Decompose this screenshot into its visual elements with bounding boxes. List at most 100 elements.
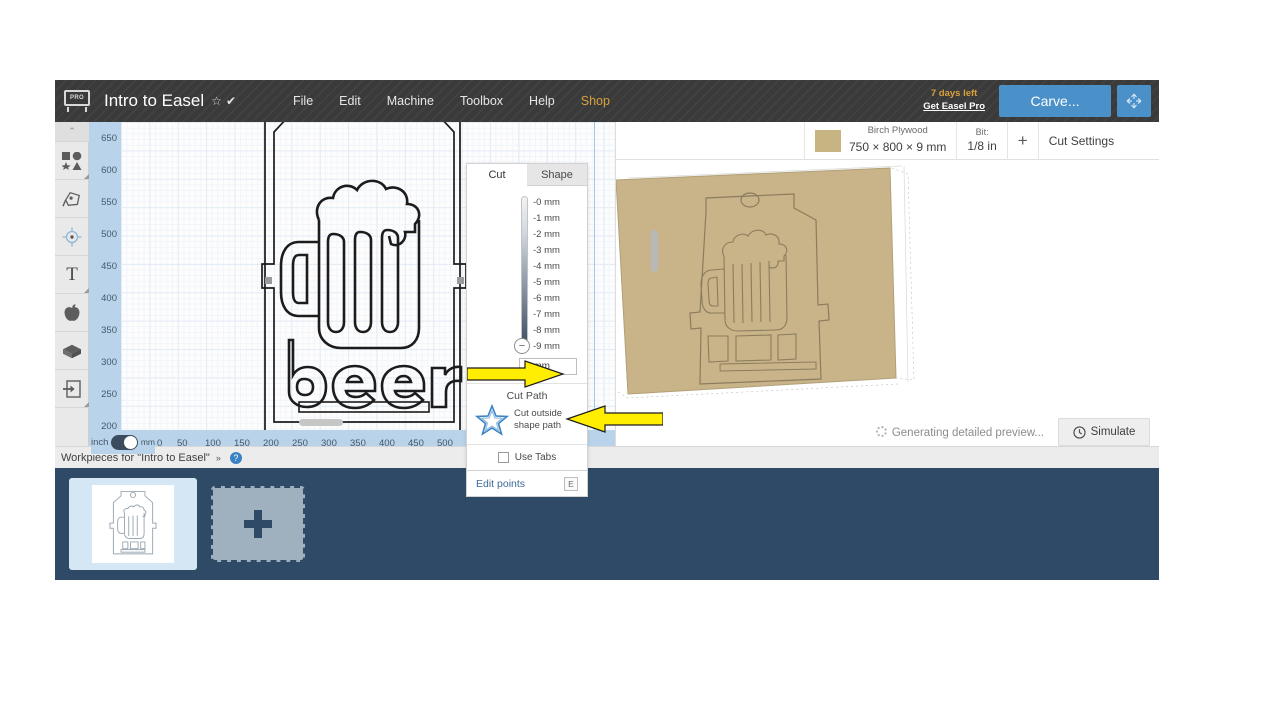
material-swatch <box>815 129 841 152</box>
tab-cut[interactable]: Cut <box>467 164 527 186</box>
workpieces-bar: Workpieces for "Intro to Easel" » ? <box>55 446 1159 468</box>
app-header: PRO Intro to Easel ☆ ✔ File Edit Machine… <box>55 80 1159 122</box>
workpieces-help-icon[interactable]: ? <box>229 451 242 464</box>
add-bit-button[interactable]: + <box>1006 121 1038 160</box>
tool-apple[interactable] <box>55 294 89 332</box>
bit-value: 1/8 in <box>967 138 997 153</box>
selection-handle-left[interactable] <box>265 277 272 284</box>
menu-item-file[interactable]: File <box>280 88 326 114</box>
edit-points-row[interactable]: Edit points E <box>466 470 588 497</box>
simulate-button[interactable]: Simulate <box>1058 418 1150 446</box>
workpiece-add-new[interactable] <box>211 486 305 562</box>
toolbar-collapse-button[interactable]: ⌃ <box>55 122 89 142</box>
trial-status: 7 days left Get Easel Pro <box>923 88 985 114</box>
plus-icon: + <box>1017 130 1028 150</box>
logo-pro-text: PRO <box>70 95 84 101</box>
cut-settings-label: Cut Settings <box>1048 133 1115 148</box>
text-icon: T <box>66 263 78 285</box>
unit-toggle[interactable]: inch mm <box>91 430 155 454</box>
carve-button[interactable]: Carve... <box>999 85 1111 117</box>
selection-handle-right[interactable] <box>457 277 464 284</box>
use-tabs-row[interactable]: Use Tabs <box>467 444 587 470</box>
box-icon <box>63 344 81 358</box>
centerpoint-icon <box>62 227 82 246</box>
tool-pen[interactable] <box>55 180 89 218</box>
easel-app-window: PRO Intro to Easel ☆ ✔ File Edit Machine… <box>55 80 1159 580</box>
shapes-icon <box>62 151 82 170</box>
import-icon <box>63 379 81 398</box>
depth-tick: -5 mm <box>533 277 560 288</box>
depth-slider-knob[interactable]: − <box>514 338 530 354</box>
depth-tick: -0 mm <box>533 197 560 208</box>
ruler-v-tick: 350 <box>101 325 117 336</box>
annotation-arrow-depth-input <box>467 360 565 388</box>
tool-text[interactable]: T <box>55 256 89 294</box>
ruler-v-tick: 400 <box>101 293 117 304</box>
workpieces-chevron-icon[interactable]: » <box>216 453 221 463</box>
depth-tick: -9 mm <box>533 341 560 352</box>
material-dimensions: 750 × 800 × 9 mm <box>849 139 947 154</box>
cut-settings-button[interactable]: Cut Settings <box>1037 121 1124 160</box>
material-selector[interactable]: Birch Plywood 750 × 800 × 9 mm <box>804 121 956 160</box>
ruler-v-tick: 300 <box>101 357 117 368</box>
favorite-star-icon[interactable]: ☆ <box>211 94 222 108</box>
edit-points-link[interactable]: Edit points <box>476 478 525 490</box>
depth-slider-track[interactable] <box>521 196 528 344</box>
bit-selector[interactable]: Bit: 1/8 in <box>956 121 1006 160</box>
trial-days-left: 7 days left <box>930 88 978 100</box>
get-easel-pro-link[interactable]: Get Easel Pro <box>923 101 985 114</box>
preview-pane: Birch Plywood 750 × 800 × 9 mm Bit: 1/8 … <box>615 121 1159 454</box>
menu-item-shop[interactable]: Shop <box>568 88 623 114</box>
depth-tick: -1 mm <box>533 213 560 224</box>
unit-mm-label: mm <box>140 437 155 447</box>
jog-control-button[interactable] <box>1117 85 1151 117</box>
plus-icon <box>244 510 272 538</box>
depth-tick: -2 mm <box>533 229 560 240</box>
tool-shapes[interactable] <box>55 142 89 180</box>
preview-status-row: Generating detailed preview... Simulate <box>616 416 1159 448</box>
apple-icon <box>64 303 80 321</box>
edit-points-shortcut-badge: E <box>564 476 578 491</box>
depth-slider[interactable]: -0 mm -1 mm -2 mm -3 mm -4 mm -5 mm -6 m… <box>467 186 587 356</box>
depth-tick: -6 mm <box>533 293 560 304</box>
simulate-label: Simulate <box>1090 426 1136 438</box>
tool-box[interactable] <box>55 332 89 370</box>
menu-item-machine[interactable]: Machine <box>374 88 447 114</box>
cut-outside-star-icon <box>475 404 509 436</box>
use-tabs-checkbox[interactable] <box>497 452 509 463</box>
side-panel-scrollbar[interactable] <box>651 230 658 272</box>
three-d-preview[interactable] <box>616 160 1159 408</box>
ruler-vertical: 650 600 550 500 450 400 350 300 250 200 <box>89 122 121 454</box>
tool-centerpoint[interactable] <box>55 218 89 256</box>
saved-check-icon: ✔ <box>225 94 236 108</box>
generating-preview-status: Generating detailed preview... <box>875 425 1044 439</box>
left-toolbar: ⌃ T <box>55 122 89 454</box>
cut-panel-tabs: Cut Shape <box>467 164 587 186</box>
bit-label: Bit: <box>975 126 989 137</box>
ruler-v-tick: 500 <box>101 229 117 240</box>
material-name: Birch Plywood <box>867 125 928 137</box>
tab-shape[interactable]: Shape <box>527 164 587 186</box>
main-menu: File Edit Machine Toolbox Help Shop <box>280 88 623 114</box>
depth-tick: -8 mm <box>533 325 560 336</box>
header-right-group: 7 days left Get Easel Pro Carve... <box>923 80 1159 122</box>
ruler-v-tick: 600 <box>101 165 117 176</box>
ruler-v-tick: 550 <box>101 197 117 208</box>
canvas-horizontal-scrollbar[interactable] <box>299 419 343 426</box>
menu-item-toolbox[interactable]: Toolbox <box>447 88 516 114</box>
menu-item-help[interactable]: Help <box>516 88 568 114</box>
workpieces-tray <box>55 468 1159 580</box>
pen-icon <box>62 191 80 206</box>
unit-toggle-switch[interactable] <box>111 434 138 450</box>
workpiece-thumbnail-beer-tag[interactable] <box>69 478 197 570</box>
tool-import[interactable] <box>55 370 89 408</box>
four-arrows-icon <box>1126 93 1142 109</box>
page-title: Intro to Easel <box>104 91 205 110</box>
depth-tick: -3 mm <box>533 245 560 256</box>
easel-pro-logo-icon: PRO <box>64 90 90 112</box>
menu-item-edit[interactable]: Edit <box>326 88 374 114</box>
annotation-arrow-cut-path <box>565 405 663 433</box>
clock-icon <box>1072 425 1086 439</box>
ruler-v-tick: 450 <box>101 261 117 272</box>
depth-tick: -4 mm <box>533 261 560 272</box>
